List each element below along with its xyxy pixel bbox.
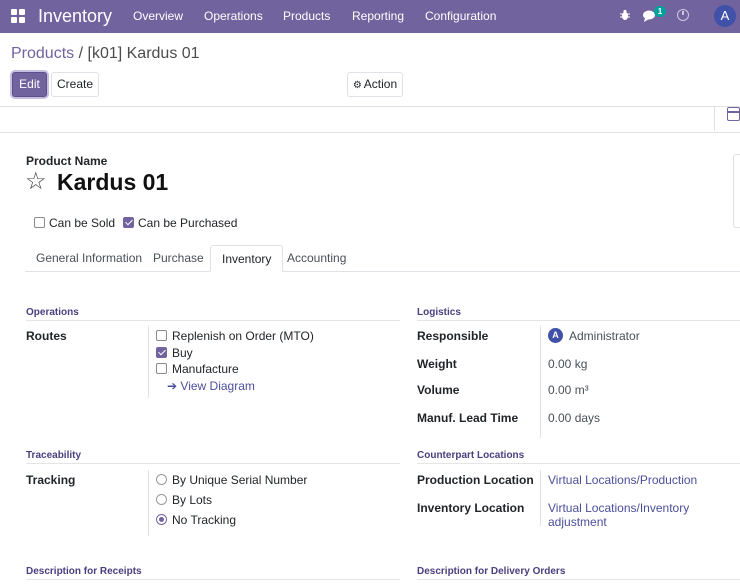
- receipts-description-title: Description for Receipts: [26, 566, 142, 577]
- breadcrumb-separator: /: [78, 45, 84, 62]
- bug-icon[interactable]: [619, 9, 631, 21]
- statusbar-divider: [0, 132, 740, 133]
- lead-time-label: Manuf. Lead Time: [417, 411, 519, 425]
- product-name-label: Product Name: [26, 154, 108, 168]
- traceability-group-title: Traceability: [26, 450, 82, 461]
- menu-operations[interactable]: Operations: [204, 9, 263, 23]
- tab-inventory[interactable]: Inventory: [210, 245, 284, 272]
- edit-button[interactable]: Edit: [12, 72, 47, 97]
- tracking-serial-label[interactable]: By Unique Serial Number: [172, 473, 307, 487]
- delivery-description-title: Description for Delivery Orders: [417, 566, 566, 577]
- breadcrumb-products[interactable]: Products: [11, 45, 74, 62]
- breadcrumb-current: [k01] Kardus 01: [87, 45, 200, 62]
- chatter-separator: [714, 106, 715, 131]
- menu-configuration[interactable]: Configuration: [425, 9, 496, 23]
- clock-icon[interactable]: [677, 9, 689, 21]
- create-button[interactable]: Create: [51, 72, 99, 97]
- menu-products[interactable]: Products: [283, 9, 330, 23]
- responsible-value[interactable]: Administrator: [569, 329, 640, 343]
- tracking-serial-radio[interactable]: [156, 474, 167, 485]
- operations-group-title: Operations: [26, 307, 79, 318]
- logistics-group-title: Logistics: [417, 307, 461, 318]
- breadcrumb: Products / [k01] Kardus 01: [11, 45, 200, 63]
- menu-reporting[interactable]: Reporting: [352, 9, 404, 23]
- weight-label: Weight: [417, 357, 457, 371]
- route-mto-checkbox[interactable]: [156, 330, 167, 341]
- user-avatar[interactable]: A: [714, 5, 736, 27]
- responsible-label: Responsible: [417, 329, 489, 343]
- view-diagram-label: View Diagram: [180, 379, 255, 393]
- messages-count-badge: 1: [654, 6, 666, 17]
- chatter-toggle-icon[interactable]: [727, 107, 740, 121]
- operations-group-line: [26, 320, 400, 321]
- route-manufacture-checkbox[interactable]: [156, 363, 167, 374]
- tracking-none-radio[interactable]: [156, 514, 167, 525]
- receipts-group-line: [26, 579, 400, 580]
- lead-time-value[interactable]: 0.00 days: [548, 411, 600, 425]
- route-mto-label[interactable]: Replenish on Order (MTO): [172, 329, 314, 343]
- view-diagram-link[interactable]: ➔ View Diagram: [167, 379, 255, 393]
- production-location-label: Production Location: [417, 473, 534, 487]
- logistics-group-line: [417, 320, 740, 321]
- production-location-link[interactable]: Virtual Locations/Production: [548, 473, 697, 487]
- volume-label: Volume: [417, 383, 460, 397]
- tracking-lots-label[interactable]: By Lots: [172, 493, 212, 507]
- tracking-divider: [148, 470, 149, 536]
- inventory-location-link[interactable]: Virtual Locations/Inventory adjustment: [548, 501, 740, 529]
- control-panel-divider: [0, 106, 740, 107]
- action-button[interactable]: ⚙ Action: [347, 72, 403, 97]
- can-be-sold-label[interactable]: Can be Sold: [49, 216, 115, 230]
- routes-divider: [148, 326, 149, 398]
- product-name[interactable]: Kardus 01: [57, 169, 168, 195]
- menu-overview[interactable]: Overview: [133, 9, 183, 23]
- routes-label: Routes: [26, 329, 67, 343]
- route-buy-label[interactable]: Buy: [172, 346, 193, 360]
- tracking-none-label[interactable]: No Tracking: [172, 513, 236, 527]
- route-buy-checkbox[interactable]: [156, 347, 167, 358]
- top-navbar: Inventory Overview Operations Products R…: [0, 0, 740, 33]
- smart-buttons-box: [733, 154, 740, 228]
- weight-value[interactable]: 0.00 kg: [548, 357, 587, 371]
- tracking-lots-radio[interactable]: [156, 494, 167, 505]
- tab-general-information[interactable]: General Information: [25, 245, 153, 272]
- counterpart-group-title: Counterpart Locations: [417, 450, 525, 461]
- can-be-purchased-checkbox[interactable]: [123, 217, 134, 228]
- tab-accounting[interactable]: Accounting: [276, 245, 357, 272]
- can-be-sold-checkbox[interactable]: [34, 217, 45, 228]
- arrow-right-icon: ➔: [167, 379, 178, 393]
- tab-purchase[interactable]: Purchase: [142, 245, 215, 272]
- favorite-star-icon[interactable]: ☆: [25, 169, 47, 195]
- app-title[interactable]: Inventory: [38, 5, 112, 27]
- route-manufacture-label[interactable]: Manufacture: [172, 362, 239, 376]
- action-label: Action: [363, 77, 398, 91]
- counterpart-divider: [540, 470, 541, 526]
- traceability-group-line: [26, 463, 400, 464]
- logistics-divider: [540, 326, 541, 438]
- inventory-location-label: Inventory Location: [417, 501, 525, 515]
- gear-icon: ⚙: [352, 80, 362, 91]
- delivery-group-line: [417, 579, 740, 580]
- tracking-label: Tracking: [26, 473, 76, 487]
- responsible-avatar: A: [548, 328, 563, 343]
- can-be-purchased-label[interactable]: Can be Purchased: [138, 216, 237, 230]
- counterpart-group-line: [417, 463, 740, 464]
- apps-grid-icon[interactable]: [11, 9, 25, 23]
- volume-value[interactable]: 0.00 m³: [548, 383, 589, 397]
